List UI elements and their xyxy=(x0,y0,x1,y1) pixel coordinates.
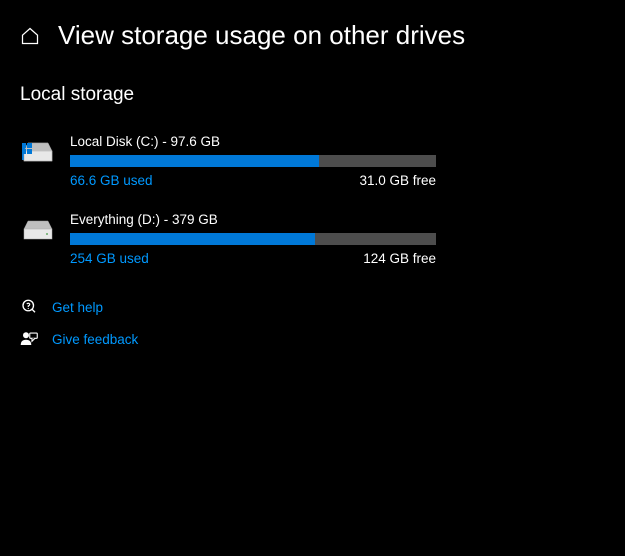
page-title: View storage usage on other drives xyxy=(58,20,465,51)
feedback-icon xyxy=(20,330,38,348)
link-section: Get help Give feedback xyxy=(20,298,605,348)
section-title: Local storage xyxy=(20,84,605,106)
drive-info: 66.6 GB used 31.0 GB free xyxy=(70,173,436,188)
used-label: 66.6 GB used xyxy=(70,173,153,188)
drive-label: Everything (D:) - 379 GB xyxy=(70,212,436,227)
give-feedback-link[interactable]: Give feedback xyxy=(20,330,605,348)
storage-progress-fill xyxy=(70,155,319,167)
storage-progress-bar xyxy=(70,233,436,245)
drive-details: Local Disk (C:) - 97.6 GB 66.6 GB used 3… xyxy=(70,134,436,188)
disk-drive-icon xyxy=(20,134,56,166)
storage-progress-bar xyxy=(70,155,436,167)
home-icon[interactable] xyxy=(20,26,40,46)
disk-drive-icon xyxy=(20,212,56,244)
get-help-link[interactable]: Get help xyxy=(20,298,605,316)
header: View storage usage on other drives xyxy=(20,20,605,51)
link-label: Get help xyxy=(52,300,103,315)
drive-item-d[interactable]: Everything (D:) - 379 GB 254 GB used 124… xyxy=(20,212,605,266)
storage-progress-fill xyxy=(70,233,315,245)
free-label: 31.0 GB free xyxy=(359,173,436,188)
drive-info: 254 GB used 124 GB free xyxy=(70,251,436,266)
help-icon xyxy=(20,298,38,316)
drive-details: Everything (D:) - 379 GB 254 GB used 124… xyxy=(70,212,436,266)
drive-item-c[interactable]: Local Disk (C:) - 97.6 GB 66.6 GB used 3… xyxy=(20,134,605,188)
used-label: 254 GB used xyxy=(70,251,149,266)
drive-label: Local Disk (C:) - 97.6 GB xyxy=(70,134,436,149)
link-label: Give feedback xyxy=(52,332,138,347)
free-label: 124 GB free xyxy=(363,251,436,266)
